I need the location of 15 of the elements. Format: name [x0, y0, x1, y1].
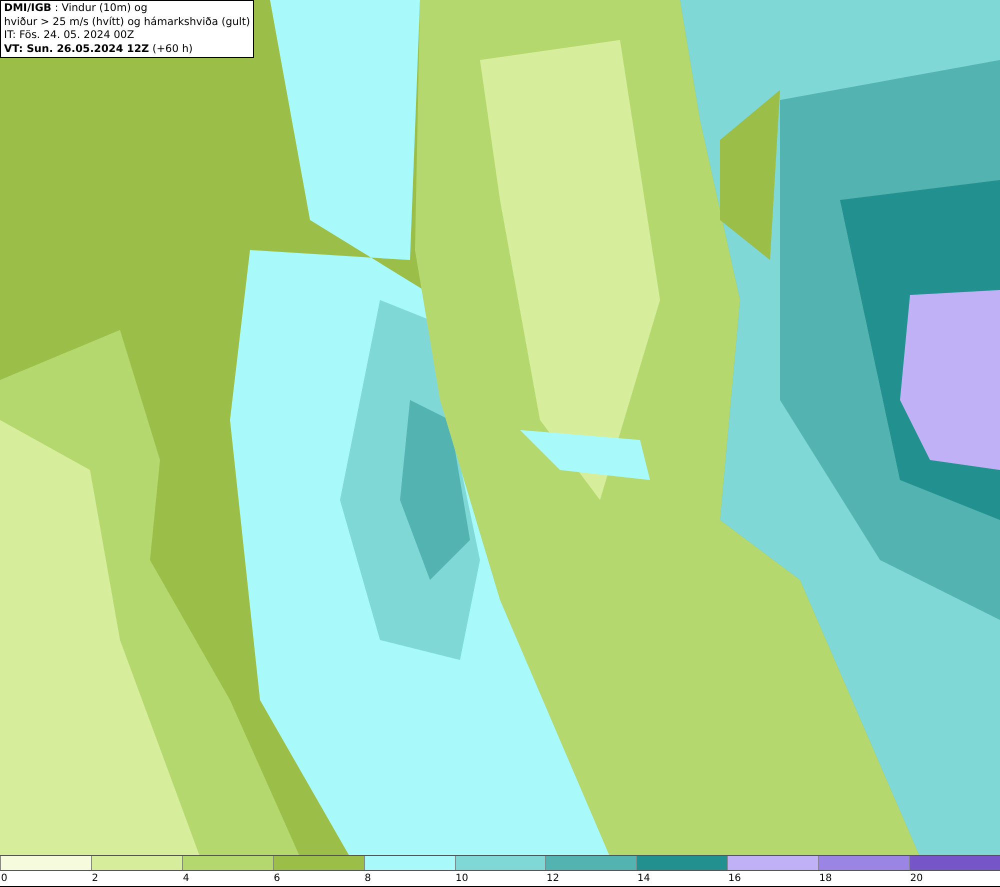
legend-tick-label: 6 — [274, 873, 280, 884]
info-text: IT: Fös. 24. 05. 2024 00Z — [4, 29, 136, 42]
legend-tick-label: 10 — [456, 873, 468, 884]
legend-tick-label: 14 — [637, 873, 650, 884]
legend-tick-label: 20 — [910, 873, 923, 884]
legend-tick-label: 12 — [546, 873, 560, 884]
info-text: DMI/IGB : Vindur (10m) og — [4, 2, 148, 16]
legend-tick-label: 0 — [1, 873, 8, 884]
legend-tick-label: 8 — [364, 873, 371, 884]
legend-tick-label: 16 — [728, 873, 741, 884]
info-text: VT: Sun. 26.05.2024 12Z (+60 h) — [4, 42, 194, 56]
legend-tick-label: 4 — [182, 873, 190, 884]
info-text: hviður > 25 m/s (hvítt) og hámarkshviða (gult) — [4, 16, 250, 29]
legend-tick-label: 18 — [819, 873, 832, 884]
legend-tick-label: 2 — [92, 873, 98, 884]
